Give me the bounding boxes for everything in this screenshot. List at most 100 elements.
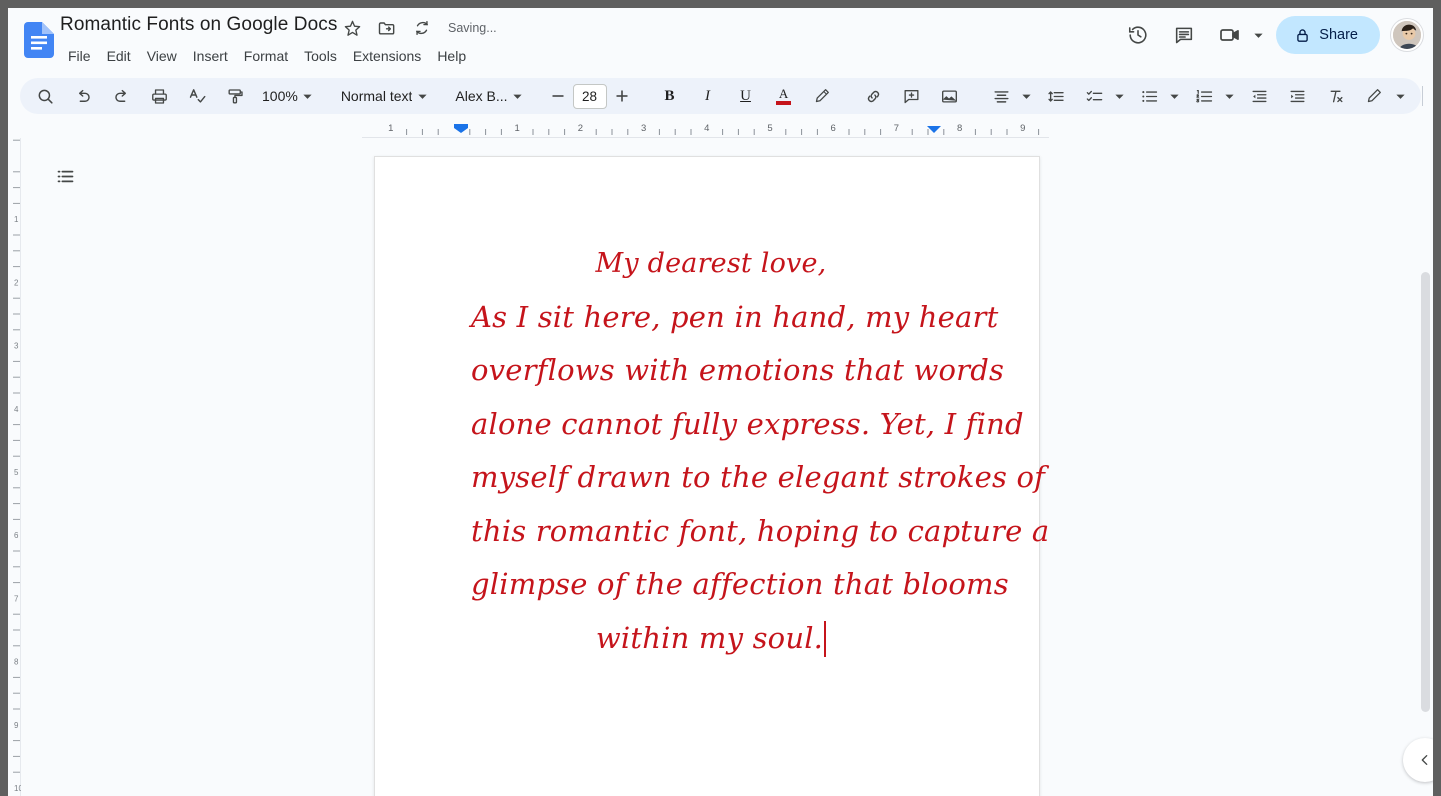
italic-label: I bbox=[705, 87, 711, 104]
menu-edit[interactable]: Edit bbox=[99, 45, 139, 67]
document-canvas: My dearest love, As I sit here, pen in h… bbox=[21, 138, 1433, 796]
formatting-toolbar: 100% Normal text Alex B... 28 B I U A bbox=[20, 78, 1423, 114]
chevron-down-icon[interactable] bbox=[1021, 88, 1032, 104]
share-label: Share bbox=[1319, 27, 1358, 43]
menu-tools[interactable]: Tools bbox=[296, 45, 345, 67]
document-title[interactable]: Romantic Fonts on Google Docs bbox=[60, 14, 337, 36]
svg-text:8: 8 bbox=[14, 658, 19, 667]
document-text-body[interactable]: My dearest love, As I sit here, pen in h… bbox=[471, 237, 1050, 665]
toolbar-right-group bbox=[1355, 82, 1433, 110]
chevron-down-icon bbox=[414, 88, 430, 104]
zoom-level-label: 100% bbox=[262, 88, 298, 104]
align-center-icon[interactable] bbox=[988, 82, 1016, 110]
bulleted-list-icon[interactable] bbox=[1136, 82, 1164, 110]
lock-icon bbox=[1294, 27, 1311, 44]
print-icon[interactable] bbox=[145, 82, 173, 110]
insert-image-icon[interactable] bbox=[936, 82, 964, 110]
document-page[interactable]: My dearest love, As I sit here, pen in h… bbox=[374, 156, 1050, 796]
undo-icon[interactable] bbox=[69, 82, 97, 110]
chevron-down-icon[interactable] bbox=[1250, 27, 1266, 43]
underline-button[interactable]: U bbox=[732, 82, 760, 110]
menu-insert[interactable]: Insert bbox=[185, 45, 236, 67]
document-line: My dearest love, bbox=[595, 248, 827, 279]
spellcheck-icon[interactable] bbox=[183, 82, 211, 110]
bold-button[interactable]: B bbox=[656, 82, 684, 110]
cloud-sync-icon[interactable] bbox=[411, 17, 433, 39]
pencil-icon[interactable] bbox=[1360, 82, 1388, 110]
save-status: Saving... bbox=[448, 21, 497, 35]
text-color-label: A bbox=[778, 85, 789, 101]
share-button[interactable]: Share bbox=[1276, 16, 1380, 54]
video-camera-icon[interactable] bbox=[1211, 16, 1249, 54]
document-line: glimpse of the affection that blooms bbox=[471, 567, 1009, 601]
menu-bar: File Edit View Insert Format Tools Exten… bbox=[60, 45, 474, 67]
star-icon[interactable] bbox=[341, 17, 363, 39]
move-to-folder-icon[interactable] bbox=[376, 17, 398, 39]
user-avatar[interactable] bbox=[1391, 19, 1423, 51]
title-actions: Saving... bbox=[341, 17, 497, 39]
underline-label: U bbox=[740, 87, 751, 104]
svg-text:6: 6 bbox=[831, 123, 836, 134]
svg-text:8: 8 bbox=[957, 123, 962, 134]
google-docs-icon[interactable] bbox=[22, 21, 56, 59]
chevron-down-icon[interactable] bbox=[1393, 88, 1409, 104]
zoom-selector[interactable]: 100% bbox=[254, 82, 319, 110]
font-size-input[interactable] bbox=[572, 83, 607, 109]
redo-icon[interactable] bbox=[107, 82, 135, 110]
checklist-icon[interactable] bbox=[1081, 82, 1109, 110]
menu-format[interactable]: Format bbox=[236, 45, 296, 67]
chevron-down-icon[interactable] bbox=[1224, 88, 1235, 104]
svg-text:6: 6 bbox=[14, 531, 19, 540]
svg-text:1: 1 bbox=[515, 123, 520, 134]
clear-formatting-icon[interactable] bbox=[1322, 82, 1350, 110]
top-right-actions: Share bbox=[1119, 16, 1423, 54]
text-color-swatch bbox=[776, 100, 792, 105]
svg-text:1: 1 bbox=[14, 215, 19, 224]
svg-text:4: 4 bbox=[704, 123, 709, 134]
version-history-icon[interactable] bbox=[1119, 16, 1157, 54]
google-docs-window: Romantic Fonts on Google Docs Saving... … bbox=[8, 8, 1433, 796]
insert-link-icon[interactable] bbox=[860, 82, 888, 110]
document-outline-icon[interactable] bbox=[47, 158, 83, 194]
menu-extensions[interactable]: Extensions bbox=[345, 45, 429, 67]
vertical-ruler[interactable]: 1 2 3 4 5 6 7 8 9 10 bbox=[8, 138, 21, 796]
paint-format-icon[interactable] bbox=[221, 82, 249, 110]
horizontal-ruler[interactable]: 1 1 2 3 4 5 6 7 8 9 bbox=[8, 120, 1433, 138]
line-spacing-icon[interactable] bbox=[1043, 82, 1071, 110]
meet-button[interactable] bbox=[1211, 16, 1268, 54]
search-icon[interactable] bbox=[31, 82, 59, 110]
svg-text:1: 1 bbox=[388, 123, 393, 134]
chevron-left-icon[interactable] bbox=[1403, 738, 1433, 782]
text-cursor bbox=[824, 620, 827, 657]
menu-file[interactable]: File bbox=[60, 45, 99, 67]
svg-text:3: 3 bbox=[14, 342, 19, 351]
highlight-pen-icon[interactable] bbox=[808, 82, 836, 110]
chevron-down-icon[interactable] bbox=[1114, 88, 1125, 104]
chevron-down-icon[interactable] bbox=[1169, 88, 1180, 104]
menu-view[interactable]: View bbox=[139, 45, 185, 67]
chevron-down-icon bbox=[300, 88, 316, 104]
svg-text:7: 7 bbox=[14, 594, 19, 603]
decrease-indent-icon[interactable] bbox=[1246, 82, 1274, 110]
font-family-selector[interactable]: Alex B... bbox=[447, 82, 528, 110]
chevron-down-icon bbox=[510, 88, 526, 104]
svg-text:7: 7 bbox=[894, 123, 899, 134]
italic-button[interactable]: I bbox=[694, 82, 722, 110]
title-bar: Romantic Fonts on Google Docs Saving... … bbox=[8, 8, 1433, 72]
svg-text:5: 5 bbox=[767, 123, 772, 134]
paragraph-style-selector[interactable]: Normal text bbox=[333, 82, 434, 110]
svg-text:9: 9 bbox=[1020, 123, 1025, 134]
text-color-button[interactable]: A bbox=[770, 82, 798, 110]
menu-help[interactable]: Help bbox=[429, 45, 474, 67]
numbered-list-icon[interactable] bbox=[1191, 82, 1219, 110]
increase-font-size-button[interactable] bbox=[609, 83, 635, 109]
document-line: As I sit here, pen in hand, my heart bbox=[471, 299, 999, 334]
svg-text:9: 9 bbox=[14, 721, 19, 730]
add-comment-icon[interactable] bbox=[898, 82, 926, 110]
svg-text:2: 2 bbox=[14, 278, 19, 287]
increase-indent-icon[interactable] bbox=[1284, 82, 1312, 110]
vertical-scrollbar-thumb[interactable] bbox=[1421, 272, 1430, 712]
comment-history-icon[interactable] bbox=[1165, 16, 1203, 54]
decrease-font-size-button[interactable] bbox=[545, 83, 571, 109]
document-line: this romantic font, hoping to capture a bbox=[471, 513, 1050, 548]
